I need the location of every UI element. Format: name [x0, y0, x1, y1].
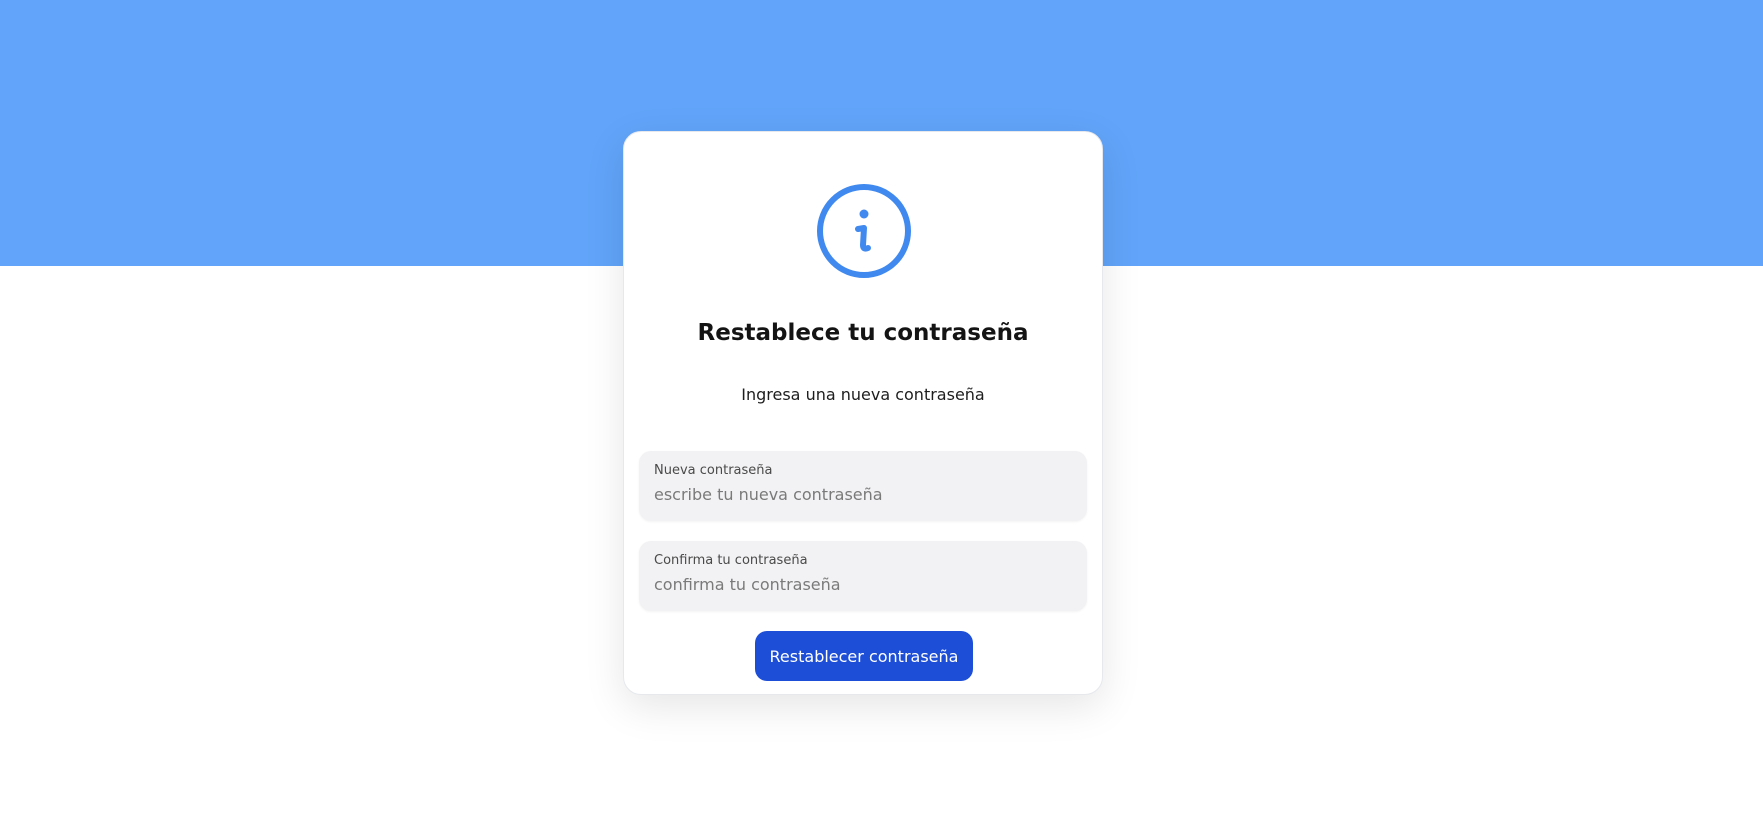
- new-password-input[interactable]: [654, 485, 1072, 505]
- reset-password-button[interactable]: Restablecer contraseña: [755, 631, 973, 681]
- confirm-password-field[interactable]: Confirma tu contraseña: [639, 541, 1087, 611]
- confirm-password-label: Confirma tu contraseña: [654, 553, 808, 568]
- confirm-password-input[interactable]: [654, 575, 1072, 595]
- new-password-label: Nueva contraseña: [654, 463, 773, 478]
- new-password-field[interactable]: Nueva contraseña: [639, 451, 1087, 521]
- info-circle-icon: [815, 182, 913, 280]
- page-subtitle: Ingresa una nueva contraseña: [741, 385, 985, 404]
- page-title: Restablece tu contraseña: [697, 320, 1029, 346]
- page: Restablece tu contraseña Ingresa una nue…: [0, 0, 1763, 828]
- reset-password-card: Restablece tu contraseña Ingresa una nue…: [623, 131, 1103, 695]
